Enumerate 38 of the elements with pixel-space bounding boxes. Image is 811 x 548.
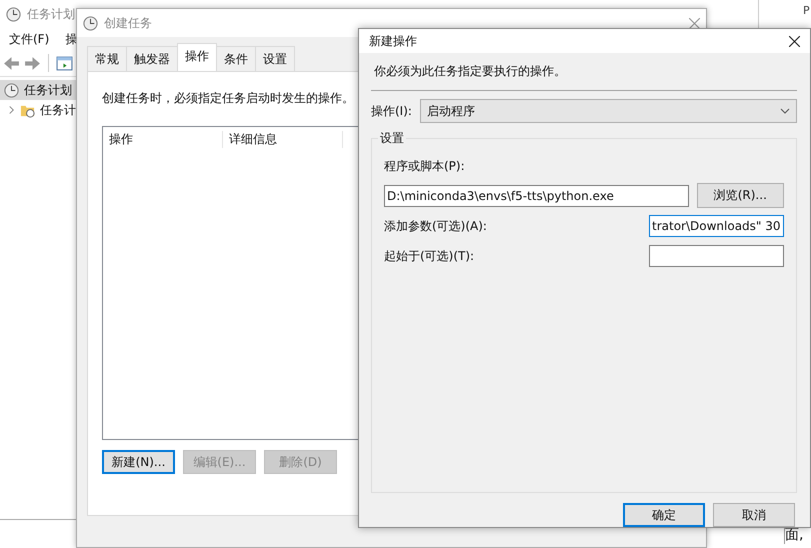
field-label: 程序或脚本(P): xyxy=(384,158,466,175)
clock-icon xyxy=(6,6,21,22)
action-button[interactable]: 新建(N)... xyxy=(102,450,175,474)
console-tree-icon[interactable] xyxy=(56,54,73,72)
column-header[interactable]: 操作 xyxy=(103,130,223,148)
close-icon[interactable] xyxy=(789,36,800,46)
chevron-icon[interactable] xyxy=(8,105,15,115)
field-label: 起始于(可选)(T): xyxy=(384,248,474,264)
tab[interactable]: 设置 xyxy=(255,46,295,71)
clock-icon xyxy=(4,82,19,98)
window-title: P xyxy=(803,4,810,17)
instruction-text: 你必须为此任务指定要执行的操作。 xyxy=(373,63,567,80)
column-header[interactable]: 详细信息 xyxy=(223,130,343,148)
clock-icon xyxy=(83,16,98,30)
caret-icon xyxy=(780,108,790,114)
forward-arrow-icon[interactable] xyxy=(24,54,41,72)
field-label: 操作(I): xyxy=(371,102,412,120)
tree-item[interactable]: 任务计划 xyxy=(0,80,78,100)
window-title: 任务计划 xyxy=(27,6,75,22)
dialog-button[interactable]: 取消 xyxy=(713,503,795,527)
input-field[interactable]: trator\Downloads" 30 xyxy=(649,215,784,237)
menu-item[interactable]: 操 xyxy=(65,31,78,47)
dialog-title: 新建操作 xyxy=(369,32,417,50)
input-field[interactable] xyxy=(649,245,784,267)
menu-item[interactable]: 文件(F) xyxy=(9,31,50,47)
description-text: 创建任务时，必须指定任务启动时发生的操作。 xyxy=(102,90,355,107)
browse-button[interactable]: 浏览(R)... xyxy=(696,183,784,208)
dialog-button[interactable]: 确定 xyxy=(623,503,705,527)
field-label: 添加参数(可选)(A): xyxy=(384,218,487,234)
dialog-title: 创建任务 xyxy=(104,14,152,32)
tab[interactable]: 常规 xyxy=(87,46,127,71)
back-arrow-icon[interactable] xyxy=(3,54,20,72)
tree-label: 任务计划 xyxy=(24,82,72,98)
action-dropdown[interactable]: 启动程序 xyxy=(420,99,797,123)
tree-label: 任务计 xyxy=(40,102,76,118)
tab[interactable]: 操作 xyxy=(177,43,217,71)
tree-item[interactable]: 任务计 xyxy=(0,100,82,120)
program-field[interactable]: D:\miniconda3\envs\f5-tts\python.exe xyxy=(384,184,689,206)
